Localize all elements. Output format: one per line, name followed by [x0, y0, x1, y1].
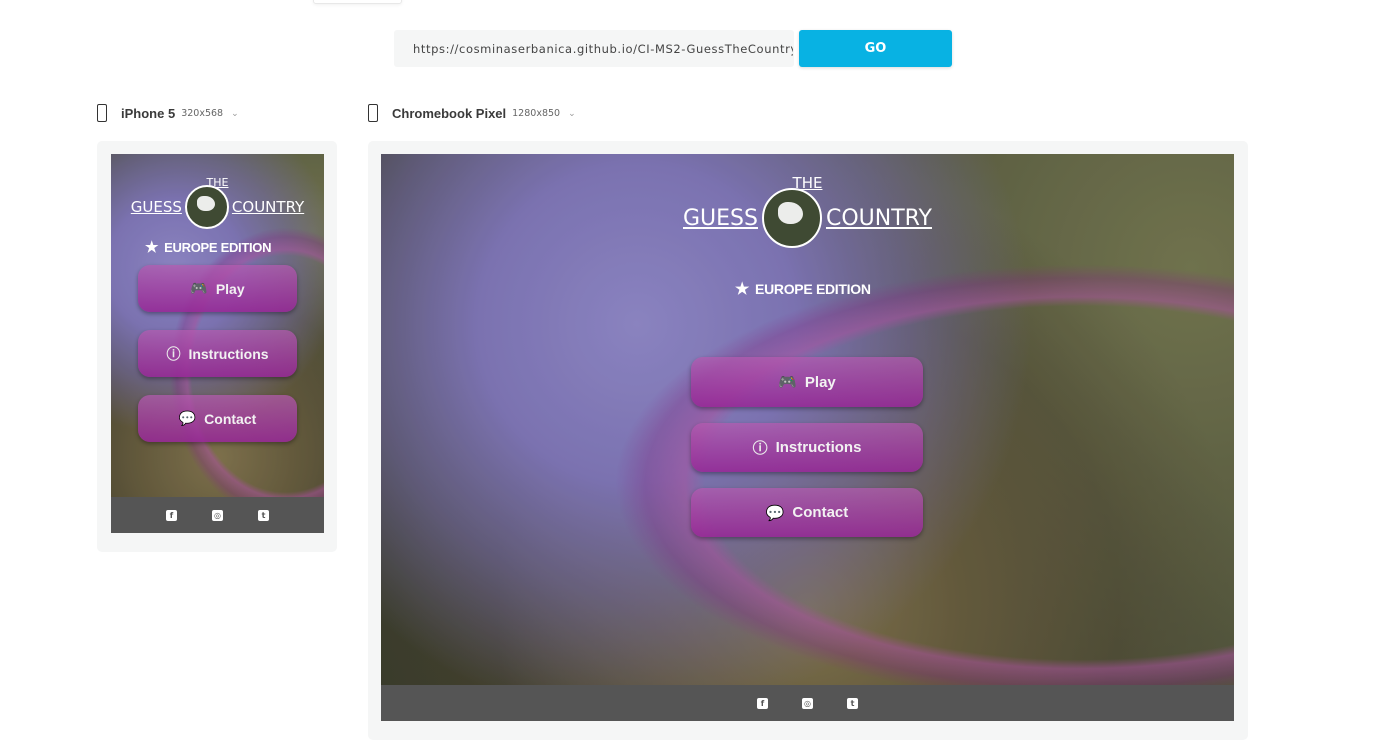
facebook-icon[interactable]: f	[166, 509, 177, 521]
play-label: Play	[804, 373, 836, 391]
globe-icon	[761, 188, 822, 248]
device-size: 320x568	[181, 107, 224, 119]
device-label-chromebook[interactable]: Chromebook Pixel 1280x850 ⌄	[368, 104, 576, 122]
logo-guess: GUESS	[683, 205, 758, 231]
url-input[interactable]	[413, 41, 793, 56]
contact-label: Contact	[792, 504, 849, 521]
info-circle-icon: ⓘ	[166, 345, 181, 362]
play-button[interactable]: 🎮 Play	[691, 357, 923, 407]
instructions-button[interactable]: ⓘ Instructions	[138, 330, 297, 377]
play-button[interactable]: 🎮 Play	[138, 265, 297, 312]
comments-icon: 💬	[765, 504, 785, 522]
twitter-icon[interactable]: t	[847, 697, 858, 709]
site-logo[interactable]: THE GUESS COUNTRY	[381, 174, 1234, 248]
phone-icon	[97, 104, 107, 122]
instructions-button[interactable]: ⓘ Instructions	[691, 423, 923, 472]
device-size: 1280x850	[512, 107, 561, 119]
star-icon: ★	[735, 281, 750, 298]
play-label: Play	[215, 280, 245, 297]
url-bar[interactable]	[394, 30, 794, 67]
info-circle-icon: ⓘ	[752, 440, 768, 457]
go-button[interactable]: GO	[799, 30, 952, 67]
globe-icon	[184, 185, 229, 229]
facebook-icon[interactable]: f	[757, 697, 768, 709]
instagram-icon[interactable]: ◎	[212, 509, 223, 521]
top-tab[interactable]	[313, 0, 402, 4]
iphone-screen: THE GUESS COUNTRY ★ EUROPE EDITION 🎮 Pla…	[111, 154, 324, 533]
iphone-frame: THE GUESS COUNTRY ★ EUROPE EDITION 🎮 Pla…	[97, 141, 337, 552]
phone-icon	[368, 104, 378, 122]
device-name: Chromebook Pixel	[392, 105, 507, 121]
chromebook-frame: THE GUESS COUNTRY ★ EUROPE EDITION 🎮 Pla…	[368, 141, 1248, 740]
contact-button[interactable]: 💬 Contact	[691, 488, 923, 537]
device-label-iphone[interactable]: iPhone 5 320x568 ⌄	[97, 104, 239, 122]
edition-text: EUROPE EDITION	[755, 281, 871, 297]
contact-label: Contact	[204, 410, 257, 427]
instructions-label: Instructions	[775, 439, 862, 456]
device-name: iPhone 5	[121, 105, 176, 121]
star-icon: ★	[145, 239, 159, 256]
chevron-down-icon[interactable]: ⌄	[568, 108, 576, 119]
logo-guess: GUESS	[130, 198, 182, 216]
site-footer: f ◎ t	[111, 497, 324, 533]
instagram-icon[interactable]: ◎	[802, 697, 813, 709]
logo-country: COUNTRY	[825, 205, 932, 231]
site-footer: f ◎ t	[381, 685, 1234, 721]
logo-country: COUNTRY	[231, 198, 305, 216]
chevron-down-icon[interactable]: ⌄	[231, 108, 239, 119]
instructions-label: Instructions	[188, 345, 269, 362]
contact-button[interactable]: 💬 Contact	[138, 395, 297, 442]
chromebook-screen: THE GUESS COUNTRY ★ EUROPE EDITION 🎮 Pla…	[381, 154, 1234, 721]
comments-icon: 💬	[178, 410, 197, 426]
site-logo[interactable]: THE GUESS COUNTRY	[111, 176, 324, 229]
edition-text: EUROPE EDITION	[164, 239, 272, 255]
gamepad-icon: 🎮	[190, 280, 208, 296]
twitter-icon[interactable]: t	[258, 509, 269, 521]
gamepad-icon: 🎮	[778, 374, 797, 391]
edition-label: ★ EUROPE EDITION	[145, 238, 272, 256]
edition-label: ★ EUROPE EDITION	[735, 279, 871, 299]
